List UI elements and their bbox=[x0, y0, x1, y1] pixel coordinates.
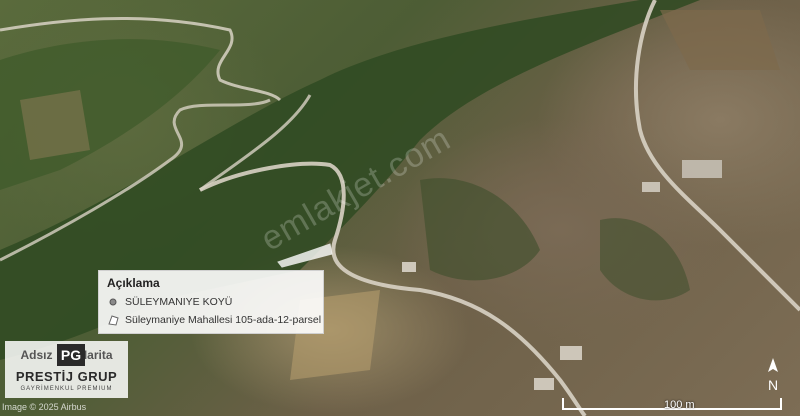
company-logo: Adsız PG Harita PRESTİJ GRUP GAYRİMENKUL… bbox=[5, 341, 128, 398]
legend-item[interactable]: SÜLEYMANIYE KOYÜ bbox=[107, 296, 315, 308]
logo-tagline: GAYRİMENKUL PREMIUM bbox=[20, 386, 113, 392]
scale-label: 100 m bbox=[664, 399, 695, 411]
logo-left-word: Adsız bbox=[20, 348, 53, 362]
logo-mark: PG bbox=[57, 344, 85, 366]
building bbox=[534, 378, 554, 390]
legend-title: Açıklama bbox=[107, 276, 160, 290]
logo-name: PRESTİJ GRUP bbox=[15, 369, 118, 384]
legend-item-label: Süleymaniye Mahallesi 105-ada-12-parsel bbox=[125, 314, 322, 326]
building bbox=[682, 160, 722, 178]
orchard-field bbox=[660, 10, 780, 70]
legend-item-label: SÜLEYMANIYE KOYÜ bbox=[125, 296, 233, 308]
polygon-icon bbox=[107, 314, 119, 326]
north-arrow-icon: N bbox=[762, 356, 784, 396]
pin-icon bbox=[107, 296, 119, 308]
field bbox=[20, 90, 90, 160]
forest-patch bbox=[420, 178, 540, 281]
building bbox=[642, 182, 660, 192]
building bbox=[560, 346, 582, 360]
forest-patch bbox=[600, 218, 690, 301]
north-label: N bbox=[768, 377, 778, 393]
imagery-credit: Image © 2025 Airbus bbox=[2, 402, 87, 412]
legend-item[interactable]: Süleymaniye Mahallesi 105-ada-12-parsel bbox=[107, 314, 321, 326]
legend-panel: Açıklama SÜLEYMANIYE KOYÜ Süleymaniye Ma… bbox=[98, 270, 324, 334]
building bbox=[402, 262, 416, 272]
